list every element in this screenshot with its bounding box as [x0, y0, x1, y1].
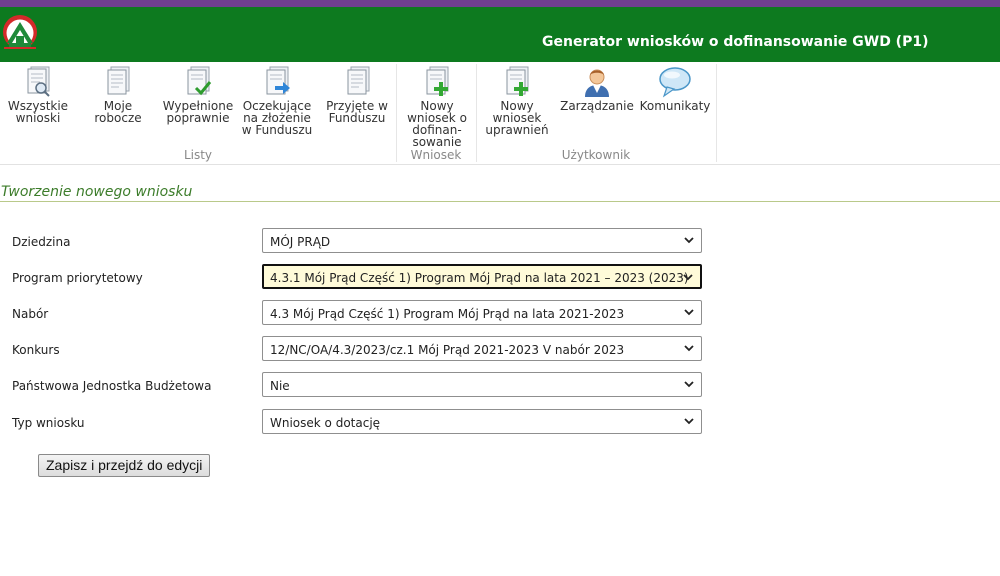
completed-correctly-label: Wypełnione poprawnie: [162, 99, 234, 125]
document-accepted-icon: [347, 66, 370, 95]
budget-unit-select-value: Nie: [270, 379, 290, 393]
ribbon-divider: [716, 64, 717, 162]
chevron-down-icon: [684, 418, 694, 425]
chevron-down-icon: [684, 381, 694, 388]
document-add-icon: [506, 66, 529, 96]
group-label-listy: Listy: [183, 148, 213, 162]
awaiting-submission-label: Oczekujące na złożenie w Funduszu: [241, 99, 313, 137]
chevron-down-icon: [684, 237, 694, 244]
announcements-button[interactable]: Komunikaty: [638, 66, 712, 112]
chevron-down-icon: [684, 345, 694, 352]
document-arrow-icon: [266, 66, 290, 95]
budget-unit-label: Państwowa Jednostka Budżetowa: [12, 379, 212, 393]
program-select-value: 4.3.1 Mój Prąd Część 1) Program Mój Prąd…: [270, 271, 689, 285]
new-funding-application-button[interactable]: Nowy wniosek o dofinan- sowanie: [402, 66, 472, 148]
budget-unit-select[interactable]: Nie: [262, 372, 702, 397]
ribbon-toolbar: Wszystkie wnioski Moje robocze Wypełnion…: [0, 62, 1000, 165]
document-search-icon: [27, 66, 50, 97]
new-permissions-application-label: Nowy wniosek uprawnień: [485, 99, 549, 137]
management-button[interactable]: Zarządzanie: [560, 66, 634, 112]
document-add-icon: [426, 66, 449, 96]
call-select-value: 4.3 Mój Prąd Część 1) Program Mój Prąd n…: [270, 307, 625, 321]
completed-correctly-button[interactable]: Wypełnione poprawnie: [160, 66, 236, 124]
group-label-uzytkownik: Użytkownik: [561, 148, 631, 162]
chevron-down-icon: [684, 309, 694, 316]
fund-logo-icon: [3, 15, 37, 49]
document-draft-icon: [107, 66, 130, 95]
document-check-icon: [187, 66, 212, 96]
top-strip: [0, 0, 1000, 7]
domain-select[interactable]: MÓJ PRĄD: [262, 228, 702, 253]
accepted-in-fund-label: Przyjęte w Funduszu: [326, 99, 388, 125]
all-applications-button[interactable]: Wszystkie wnioski: [6, 66, 70, 124]
group-label-wniosek: Wniosek: [410, 148, 462, 162]
section-divider: [0, 201, 1000, 202]
call-select[interactable]: 4.3 Mój Prąd Część 1) Program Mój Prąd n…: [262, 300, 702, 325]
section-title: Tworzenie nowego wniosku: [1, 184, 193, 200]
program-label: Program priorytetowy: [12, 271, 143, 285]
all-applications-label: Wszystkie wnioski: [7, 99, 69, 125]
competition-label: Konkurs: [12, 343, 60, 357]
application-type-label: Typ wniosku: [12, 416, 85, 430]
domain-label: Dziedzina: [12, 235, 71, 249]
management-label: Zarządzanie: [560, 99, 634, 113]
user-icon: [585, 69, 609, 97]
my-drafts-label: Moje robocze: [94, 99, 142, 125]
app-header: Generator wniosków o dofinansowanie GWD …: [0, 7, 1000, 62]
form-row-budget-unit: Państwowa Jednostka Budżetowa Nie: [0, 372, 1000, 398]
awaiting-submission-button[interactable]: Oczekujące na złożenie w Funduszu: [240, 66, 314, 136]
call-label: Nabór: [12, 307, 49, 321]
announcements-label: Komunikaty: [639, 99, 711, 113]
form-row-application-type: Typ wniosku Wniosek o dotację: [0, 409, 1000, 435]
program-select[interactable]: 4.3.1 Mój Prąd Część 1) Program Mój Prąd…: [262, 264, 702, 289]
new-funding-application-label: Nowy wniosek o dofinan- sowanie: [407, 99, 467, 149]
form-row-call: Nabór 4.3 Mój Prąd Część 1) Program Mój …: [0, 300, 1000, 326]
domain-select-value: MÓJ PRĄD: [270, 235, 331, 249]
application-type-select[interactable]: Wniosek o dotację: [262, 409, 702, 434]
form-row-domain: Dziedzina MÓJ PRĄD: [0, 228, 1000, 254]
speech-bubble-icon: [659, 67, 691, 98]
accepted-in-fund-button[interactable]: Przyjęte w Funduszu: [322, 66, 392, 124]
my-drafts-button[interactable]: Moje robocze: [86, 66, 150, 124]
form-row-program: Program priorytetowy 4.3.1 Mój Prąd Częś…: [0, 264, 1000, 290]
chevron-down-icon: [683, 274, 693, 281]
competition-select[interactable]: 12/NC/OA/4.3/2023/cz.1 Mój Prąd 2021-202…: [262, 336, 702, 361]
app-title: Generator wniosków o dofinansowanie GWD …: [542, 34, 929, 50]
application-type-select-value: Wniosek o dotację: [270, 416, 381, 430]
new-permissions-application-button[interactable]: Nowy wniosek uprawnień: [482, 66, 552, 136]
competition-select-value: 12/NC/OA/4.3/2023/cz.1 Mój Prąd 2021-202…: [270, 343, 625, 357]
form-row-competition: Konkurs 12/NC/OA/4.3/2023/cz.1 Mój Prąd …: [0, 336, 1000, 362]
save-and-edit-button[interactable]: Zapisz i przejdź do edycji: [38, 454, 211, 477]
